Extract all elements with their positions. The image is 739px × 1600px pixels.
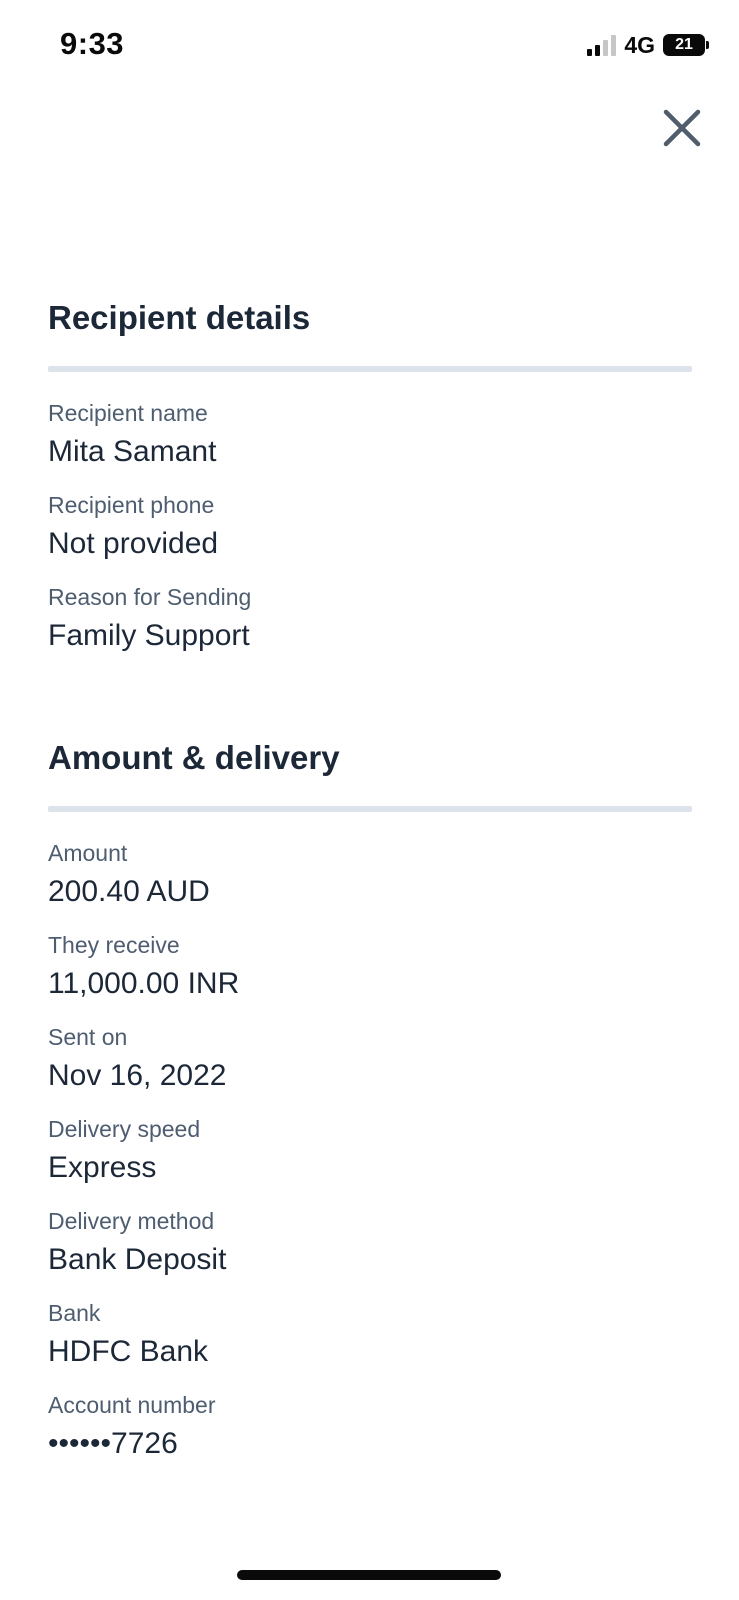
reason-for-sending-field: Reason for Sending Family Support	[48, 582, 692, 656]
field-value: HDFC Bank	[48, 1335, 209, 1368]
status-indicators: 4G 21	[587, 32, 709, 58]
recipient-name-field: Recipient name Mita Samant	[48, 398, 692, 472]
field-label: Delivery method	[48, 1208, 215, 1234]
field-value: 200.40 AUD	[48, 875, 210, 908]
delivery-method-field: Delivery method Bank Deposit	[48, 1206, 692, 1280]
network-type: 4G	[624, 31, 655, 58]
account-number-field: Account number ••••••7726	[48, 1390, 692, 1464]
delivery-speed-field: Delivery speed Express	[48, 1114, 692, 1188]
cellular-signal-icon	[587, 34, 617, 56]
status-time: 9:33	[60, 26, 125, 61]
battery-icon: 21	[663, 34, 709, 56]
close-button[interactable]	[660, 106, 704, 150]
field-value: Mita Samant	[48, 435, 217, 468]
close-icon	[663, 109, 701, 147]
field-label: Delivery speed	[48, 1116, 201, 1142]
field-label: Account number	[48, 1392, 216, 1418]
recipient-details-heading: Recipient details	[48, 299, 311, 336]
amount-field: Amount 200.40 AUD	[48, 838, 692, 912]
field-label: Bank	[48, 1300, 101, 1326]
field-label: Reason for Sending	[48, 584, 252, 610]
field-label: Recipient name	[48, 400, 208, 426]
field-value: Express	[48, 1151, 157, 1184]
field-label: Recipient phone	[48, 492, 215, 518]
field-value: Bank Deposit	[48, 1243, 227, 1276]
sent-on-field: Sent on Nov 16, 2022	[48, 1022, 692, 1096]
section-divider	[48, 366, 692, 372]
field-value: Nov 16, 2022	[48, 1059, 227, 1092]
they-receive-field: They receive 11,000.00 INR	[48, 930, 692, 1004]
field-value: ••••••7726	[48, 1427, 178, 1460]
field-value: Family Support	[48, 619, 250, 652]
bank-field: Bank HDFC Bank	[48, 1298, 692, 1372]
recipient-phone-field: Recipient phone Not provided	[48, 490, 692, 564]
field-value: 11,000.00 INR	[48, 967, 240, 1000]
section-divider	[48, 806, 692, 812]
field-label: Amount	[48, 840, 128, 866]
field-label: Sent on	[48, 1024, 128, 1050]
battery-level: 21	[663, 34, 705, 56]
field-label: They receive	[48, 932, 180, 958]
home-indicator[interactable]	[237, 1570, 501, 1580]
transfer-details: Recipient details Recipient name Mita Sa…	[48, 296, 692, 1482]
status-bar: 9:33 4G 21	[0, 0, 739, 90]
amount-delivery-heading: Amount & delivery	[48, 739, 340, 776]
field-value: Not provided	[48, 527, 219, 560]
